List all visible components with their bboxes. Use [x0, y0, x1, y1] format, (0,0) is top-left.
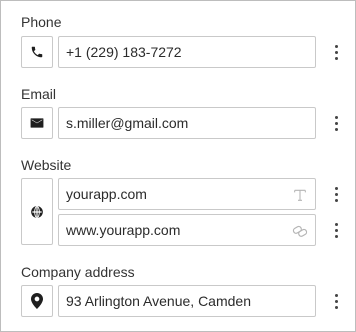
address-input[interactable]: 93 Arlington Avenue, Camden: [58, 285, 316, 317]
phone-more-button[interactable]: [330, 42, 342, 62]
website-value-1: yourapp.com: [66, 186, 147, 202]
address-type-button[interactable]: [21, 285, 53, 317]
website-value-2: www.yourapp.com: [66, 222, 181, 238]
website-1-more-button[interactable]: [330, 184, 342, 204]
phone-type-button[interactable]: [21, 36, 53, 68]
phone-value: +1 (229) 183-7272: [66, 44, 182, 60]
contact-info-panel: Phone +1 (229) 183-7272 Email s.miller@g…: [0, 0, 356, 332]
website-type-button[interactable]: [21, 178, 53, 245]
email-type-button[interactable]: [21, 107, 53, 139]
mail-icon: [30, 117, 44, 129]
address-more-button[interactable]: [330, 291, 342, 311]
email-more-button[interactable]: [330, 113, 342, 133]
email-value: s.miller@gmail.com: [66, 115, 189, 131]
email-input[interactable]: s.miller@gmail.com: [58, 107, 316, 139]
company-address-label: Company address: [21, 264, 135, 280]
website-label: Website: [21, 157, 72, 173]
email-label: Email: [21, 86, 57, 102]
link-icon[interactable]: [291, 222, 309, 240]
phone-input[interactable]: +1 (229) 183-7272: [58, 36, 316, 68]
website-input-2[interactable]: www.yourapp.com: [58, 214, 316, 246]
phone-icon: [30, 45, 44, 59]
website-input-1[interactable]: yourapp.com: [58, 178, 316, 210]
address-value: 93 Arlington Avenue, Camden: [66, 293, 251, 309]
phone-label: Phone: [21, 14, 62, 30]
text-format-icon[interactable]: [291, 186, 309, 204]
location-pin-icon: [31, 293, 43, 309]
website-2-more-button[interactable]: [330, 220, 342, 240]
globe-icon: [30, 205, 44, 219]
